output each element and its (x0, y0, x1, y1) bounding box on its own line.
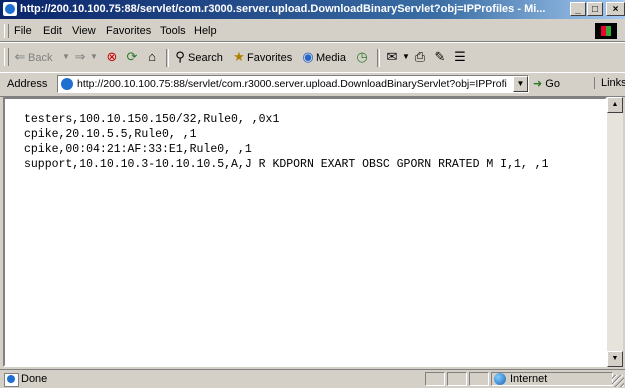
search-button[interactable]: Search (188, 49, 223, 67)
history-icon[interactable]: ◷ (354, 49, 370, 65)
minimize-button[interactable]: _ (570, 2, 586, 16)
edit-icon[interactable]: ✎ (432, 49, 448, 65)
zone-text: Internet (510, 373, 548, 385)
media-button[interactable]: Media (316, 49, 346, 67)
stop-icon[interactable]: ⊗ (104, 49, 120, 65)
go-arrow-icon: ➜ (533, 78, 543, 90)
go-label: Go (545, 78, 560, 90)
status-panel (425, 372, 445, 386)
menu-bar: File Edit View Favorites Tools Help (0, 21, 625, 42)
menu-help[interactable]: Help (194, 25, 217, 37)
menu-view[interactable]: View (72, 25, 96, 37)
menu-edit[interactable]: Edit (43, 25, 62, 37)
address-label: Address (7, 78, 48, 90)
favorites-button[interactable]: Favorites (247, 49, 292, 67)
standard-toolbar: ⇐ Back ▼ ⇒ ▼ ⊗ ⟳ ⌂ ⚲ Search ★ Favorites … (0, 42, 625, 73)
page-done-icon (4, 373, 19, 387)
status-panel (469, 372, 489, 386)
resize-grip[interactable] (612, 375, 624, 387)
home-icon[interactable]: ⌂ (144, 49, 160, 65)
menu-favorites[interactable]: Favorites (106, 25, 151, 37)
windows-logo-icon (595, 23, 617, 39)
title-bar[interactable]: http://200.10.100.75:88/servlet/com.r300… (0, 0, 625, 19)
vertical-scrollbar[interactable]: ▲ ▼ (607, 97, 623, 367)
ie-page-icon (61, 78, 73, 90)
links-button[interactable]: Links (594, 77, 625, 89)
toolbar-grip[interactable] (4, 48, 9, 66)
internet-globe-icon (494, 373, 506, 385)
content-line: support,10.10.10.3-10.10.10.5,A,J R KDPO… (24, 158, 549, 171)
page-content: testers,100.10.150.150/32,Rule0, ,0x1 cp… (3, 97, 607, 367)
menu-grip[interactable] (4, 24, 9, 38)
menu-tools[interactable]: Tools (160, 25, 186, 37)
print-icon[interactable]: ⎙ (412, 49, 428, 65)
status-bar: Done Internet (0, 369, 625, 388)
toolbar-separator (377, 49, 380, 67)
go-button[interactable]: ➜ Go (533, 77, 560, 90)
media-icon[interactable]: ◉ (300, 49, 316, 65)
content-line: cpike,20.10.5.5,Rule0, ,1 (24, 128, 197, 141)
refresh-icon[interactable]: ⟳ (124, 49, 140, 65)
back-arrow-icon[interactable]: ⇐ (12, 49, 28, 65)
forward-dropdown-icon[interactable]: ▼ (86, 49, 102, 65)
favorites-icon[interactable]: ★ (231, 49, 247, 65)
address-bar: Address http://200.10.100.75:88/servlet/… (0, 72, 625, 97)
address-input[interactable]: http://200.10.100.75:88/servlet/com.r300… (57, 75, 529, 93)
scroll-down-button[interactable]: ▼ (607, 351, 623, 367)
maximize-button[interactable]: □ (587, 2, 603, 16)
status-text: Done (21, 373, 48, 385)
toolbar-separator (166, 49, 169, 67)
status-panel (447, 372, 467, 386)
scroll-up-button[interactable]: ▲ (607, 97, 623, 113)
content-line: testers,100.10.150.150/32,Rule0, ,0x1 (24, 113, 280, 126)
menu-file[interactable]: File (14, 25, 32, 37)
discuss-icon[interactable]: ☰ (452, 49, 468, 65)
address-dropdown-button[interactable]: ▼ (513, 76, 528, 92)
back-button[interactable]: Back (28, 49, 52, 67)
search-icon[interactable]: ⚲ (172, 49, 188, 65)
window-title: http://200.10.100.75:88/servlet/com.r300… (20, 3, 546, 15)
content-line: cpike,00:04:21:AF:33:E1,Rule0, ,1 (24, 143, 252, 156)
address-url[interactable]: http://200.10.100.75:88/servlet/com.r300… (77, 78, 507, 90)
close-button[interactable]: × (606, 2, 625, 16)
ie-page-icon[interactable] (3, 2, 17, 16)
